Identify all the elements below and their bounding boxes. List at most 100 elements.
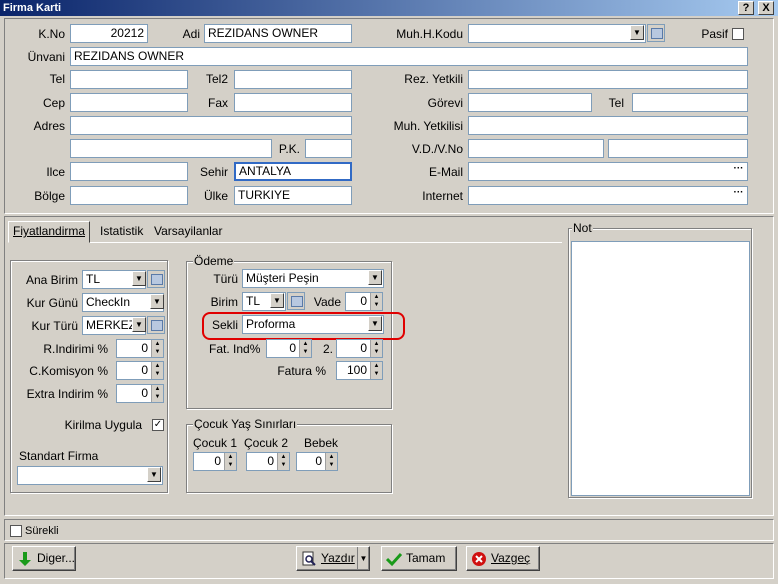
muh-kodu-label: Muh.H.Kodu	[396, 27, 463, 41]
spinner-arrows-icon[interactable]: ▲ ▼	[151, 362, 163, 379]
tel-input[interactable]	[70, 70, 188, 89]
vade-spinner[interactable]: 0 ▲ ▼	[345, 292, 383, 311]
tel-label: Tel	[49, 72, 65, 86]
surekli-checkbox[interactable]	[10, 525, 22, 537]
adres-input-1[interactable]	[70, 116, 352, 135]
sehir-input[interactable]: ANTALYA	[234, 162, 352, 181]
spinner-arrows-icon[interactable]: ▲ ▼	[370, 362, 382, 379]
diger-button[interactable]: Diger...	[12, 546, 76, 571]
spinner-arrows-icon[interactable]: ▲ ▼	[224, 453, 236, 470]
print-preview-icon	[302, 551, 316, 566]
yazdir-button[interactable]: Yazdır ▼	[296, 546, 370, 571]
sehir-label: Sehir	[199, 165, 228, 179]
lookup-icon[interactable]	[647, 24, 665, 42]
adres-input-2[interactable]	[70, 139, 272, 158]
tab-fiyatlandirma[interactable]: Fiyatlandirma	[8, 221, 91, 243]
ckomisyon-label: C.Komisyon %	[29, 364, 108, 378]
rindirimi-spinner[interactable]: 0 ▲ ▼	[116, 339, 164, 358]
fat-ind2-spinner[interactable]: 0 ▲ ▼	[336, 339, 383, 358]
surekli-label: Sürekli	[25, 525, 59, 537]
close-button[interactable]: X	[758, 1, 774, 15]
cocuk2-label: Çocuk 2	[244, 436, 289, 450]
pasif-checkbox[interactable]	[732, 28, 744, 40]
muh-yetkilisi-label: Muh. Yetkilisi	[393, 119, 463, 133]
surekli-panel	[4, 519, 774, 541]
spinner-arrows-icon[interactable]: ▲ ▼	[299, 340, 311, 357]
firma-karti-window: Firma Karti ? X K.No 20212 Adi REZIDANS …	[0, 0, 778, 584]
help-button[interactable]: ?	[738, 1, 754, 15]
tab-divider	[8, 242, 562, 243]
unvani-label: Ünvani	[27, 50, 65, 64]
muh-kodu-select[interactable]	[468, 24, 646, 43]
adres-label: Adres	[33, 119, 65, 133]
fatura-spinner[interactable]: 100 ▲ ▼	[336, 361, 383, 380]
cep-input[interactable]	[70, 93, 188, 112]
tel2-label: Tel2	[205, 72, 228, 86]
spinner-arrows-icon[interactable]: ▲ ▼	[325, 453, 337, 470]
standart-firma-select[interactable]	[17, 466, 163, 485]
tel2-input[interactable]	[234, 70, 352, 89]
lookup-icon[interactable]	[147, 270, 165, 288]
bolge-input[interactable]	[70, 186, 188, 205]
extra-spinner[interactable]: 0 ▲ ▼	[116, 384, 164, 403]
cocuk1-spinner[interactable]: 0 ▲ ▼	[193, 452, 237, 471]
adi-input[interactable]: REZIDANS OWNER	[204, 24, 352, 43]
chevron-down-icon[interactable]: ▼	[368, 316, 382, 331]
kur-turu-label: Kur Türü	[31, 319, 78, 333]
fat-ind-spinner[interactable]: 0 ▲ ▼	[266, 339, 312, 358]
ellipsis-icon[interactable]: ···	[731, 164, 746, 179]
birim-label: Birim	[210, 295, 238, 309]
gorevi-input[interactable]	[468, 93, 592, 112]
ulke-label: Ülke	[203, 189, 228, 203]
chevron-down-icon[interactable]: ▼	[150, 294, 164, 309]
chevron-down-icon[interactable]: ▼	[132, 317, 146, 332]
kno-input[interactable]: 20212	[70, 24, 148, 43]
internet-input[interactable]: ···	[468, 186, 748, 205]
tamam-button[interactable]: Tamam	[381, 546, 457, 571]
spinner-arrows-icon[interactable]: ▲ ▼	[151, 340, 163, 357]
sekli-select[interactable]: Proforma	[242, 315, 384, 334]
fax-input[interactable]	[234, 93, 352, 112]
bolge-label: Bölge	[34, 189, 65, 203]
vno-input[interactable]	[608, 139, 748, 158]
tab-istatistik[interactable]: Istatistik	[96, 222, 147, 242]
vazgec-button[interactable]: Vazgeç	[466, 546, 540, 571]
checkmark-icon	[386, 552, 402, 567]
kirilma-checkbox[interactable]: ✓	[152, 419, 164, 431]
lookup-icon[interactable]	[147, 316, 165, 334]
muh-yetkilisi-input[interactable]	[468, 116, 748, 135]
tab-varsayilanlar[interactable]: Varsayilanlar	[150, 222, 226, 242]
ilce-input[interactable]	[70, 162, 188, 181]
arrow-down-icon	[19, 551, 31, 566]
tel-b-label: Tel	[608, 96, 624, 110]
pk-input[interactable]	[305, 139, 352, 158]
lookup-icon[interactable]	[287, 292, 305, 310]
tel-b-input[interactable]	[632, 93, 748, 112]
spinner-arrows-icon[interactable]: ▲ ▼	[277, 453, 289, 470]
rez-yetkili-input[interactable]	[468, 70, 748, 89]
cocuk2-spinner[interactable]: 0 ▲ ▼	[246, 452, 290, 471]
internet-label: Internet	[422, 189, 463, 203]
unvani-input[interactable]: REZIDANS OWNER	[70, 47, 748, 66]
ckomisyon-spinner[interactable]: 0 ▲ ▼	[116, 361, 164, 380]
chevron-down-icon[interactable]: ▼	[357, 547, 369, 570]
ulke-input[interactable]: TURKIYE	[234, 186, 352, 205]
chevron-down-icon[interactable]: ▼	[368, 270, 382, 285]
ellipsis-icon[interactable]: ···	[731, 188, 746, 203]
vd-input[interactable]	[468, 139, 604, 158]
spinner-arrows-icon[interactable]: ▲ ▼	[370, 293, 382, 310]
rindirimi-label: R.Indirimi %	[43, 342, 108, 356]
spinner-arrows-icon[interactable]: ▲ ▼	[370, 340, 382, 357]
chevron-down-icon[interactable]: ▼	[132, 271, 146, 286]
chevron-down-icon[interactable]: ▼	[630, 25, 644, 40]
turu-select[interactable]: Müşteri Peşin	[242, 269, 384, 288]
chevron-down-icon[interactable]: ▼	[147, 467, 161, 482]
spinner-arrows-icon[interactable]: ▲ ▼	[151, 385, 163, 402]
standart-firma-label: Standart Firma	[19, 449, 99, 463]
chevron-down-icon[interactable]: ▼	[270, 293, 284, 308]
not-textarea[interactable]	[571, 241, 750, 496]
vd-label: V.D./V.No	[411, 142, 463, 156]
email-input[interactable]: ···	[468, 162, 748, 181]
cancel-icon	[472, 551, 486, 566]
bebek-spinner[interactable]: 0 ▲ ▼	[296, 452, 338, 471]
